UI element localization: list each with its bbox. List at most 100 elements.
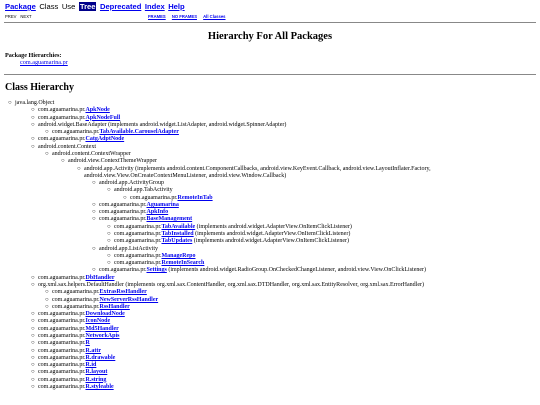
bullet-icon: ○ — [92, 180, 96, 187]
class-link[interactable]: ApkInfo — [146, 209, 168, 215]
all-classes-link[interactable]: All Classes — [203, 14, 225, 19]
bullet-icon: ○ — [31, 332, 35, 339]
class-link[interactable]: R.attr — [85, 348, 101, 354]
bullet-icon: ○ — [31, 383, 35, 390]
bullet-icon: ○ — [45, 303, 49, 310]
tree-item: ○ com.aguamarina.pr.R.string — [31, 377, 106, 384]
tree-item-text: com.aguamarina.pr. — [38, 114, 86, 121]
tree-item: ○ com.aguamarina.pr.R — [31, 340, 90, 347]
tree-item-text: com.aguamarina.pr. — [52, 129, 100, 136]
tree-item: android.view.View.OnCreateContextMenuLis… — [84, 173, 286, 180]
frames-link[interactable]: FRAMES — [148, 14, 166, 19]
tree-item-text: com.aguamarina.pr. — [38, 136, 86, 143]
class-link[interactable]: Settings — [146, 267, 166, 273]
package-link[interactable]: com.aguamarina.pr — [20, 59, 68, 66]
class-link[interactable]: R — [85, 340, 89, 346]
tree-item: ○ com.aguamarina.pr.DbHandler — [31, 275, 115, 282]
class-link[interactable]: TabUpdates — [161, 238, 192, 244]
tree-item-text: com.aguamarina.pr. — [38, 354, 86, 361]
tree-item: ○ com.aguamarina.pr.R.layout — [31, 369, 107, 376]
tree-item-text: com.aguamarina.pr. — [114, 252, 162, 259]
tree-item-text: com.aguamarina.pr. — [52, 296, 100, 303]
class-link[interactable]: R.layout — [85, 369, 107, 375]
tree-item: ○ com.aguamarina.pr.DownloadNode — [31, 311, 125, 318]
page-title: Hierarchy For All Packages — [207, 31, 333, 42]
tree-item-text: com.aguamarina.pr. — [38, 311, 86, 318]
bullet-icon: ○ — [77, 165, 81, 172]
no-frames-link[interactable]: NO FRAMES — [172, 14, 197, 19]
class-link[interactable]: DbHandler — [85, 275, 114, 281]
bullet-icon: ○ — [92, 216, 96, 223]
nav-index-link[interactable]: Index — [145, 2, 165, 11]
tree-item-text: android.view.ContextThemeWrapper — [68, 158, 158, 165]
class-link[interactable]: Md5Handler — [85, 326, 118, 332]
tree-item: ○ com.aguamarina.pr.NetworkApis — [31, 333, 119, 340]
class-link[interactable]: RssHandler — [99, 304, 129, 310]
class-link[interactable]: ManageRepo — [161, 253, 195, 259]
tree-item: ○ com.aguamarina.pr.ApkInfo — [92, 209, 168, 216]
tree-item: ○ android.content.Context — [31, 144, 96, 151]
tree-item-text: com.aguamarina.pr. — [99, 209, 147, 216]
bullet-icon: ○ — [31, 362, 35, 369]
class-link[interactable]: TabAvailable.CarouselAdapter — [99, 129, 178, 135]
class-link[interactable]: CatgAdptNode — [85, 136, 124, 142]
class-link[interactable]: TabAvailable — [161, 224, 195, 230]
class-link[interactable]: DownloadNode — [85, 311, 124, 317]
class-link[interactable]: ApkNode — [85, 107, 109, 113]
tree-item: ○ com.aguamarina.pr.TabAvailable (impleme… — [107, 224, 352, 231]
class-link[interactable]: R.drawable — [85, 355, 115, 361]
tree-item: ○ android.app.ListActivity — [92, 246, 158, 253]
tree-item: ○ com.aguamarina.pr.RssHandler — [45, 304, 130, 311]
class-link[interactable]: NetworkApis — [85, 333, 119, 339]
bullet-icon: ○ — [31, 136, 35, 143]
bullet-icon: ○ — [31, 325, 35, 332]
nav-help-link[interactable]: Help — [168, 2, 184, 11]
tree-item-text: android.app.ActivityGroup — [99, 180, 164, 187]
tree-item: ○ com.aguamarina.pr.Md5Handler — [31, 326, 119, 333]
tree-item-text: com.aguamarina.pr. — [38, 376, 86, 383]
nav-class-label: Class — [39, 2, 59, 11]
nav-package-link[interactable]: Package — [5, 2, 36, 11]
class-hierarchy-heading: Class Hierarchy — [5, 82, 74, 93]
class-link[interactable]: R.string — [85, 377, 106, 383]
bullet-icon: ○ — [45, 150, 49, 157]
nav-deprecated-link[interactable]: Deprecated — [100, 2, 141, 11]
tree-item-text: java.lang.Object — [15, 100, 55, 106]
tree-item-text: android.widget.BaseAdapter (implements a… — [38, 121, 287, 128]
tree-item: ○ com.aguamarina.pr.TabAvailable.Carousel… — [45, 129, 179, 136]
bullet-icon: ○ — [45, 129, 49, 136]
tree-item: ○ com.aguamarina.pr.Aguamarina — [92, 202, 179, 209]
tree-item-text: android.content.Context — [38, 143, 96, 150]
tree-item-implements: (implements android.widget.AdapterView.O… — [195, 223, 352, 230]
tree-item: ○ com.aguamarina.pr.IconNode — [31, 318, 110, 325]
class-link[interactable]: IconNode — [85, 318, 110, 324]
bullet-icon: ○ — [31, 354, 35, 361]
tree-item-implements: (implements android.widget.AdapterView.O… — [193, 231, 351, 238]
class-link[interactable]: TabInstalled — [161, 231, 193, 237]
tree-item-text: com.aguamarina.pr. — [114, 231, 162, 238]
tree-item-text: com.aguamarina.pr. — [38, 347, 86, 354]
class-link[interactable]: RemoteInTab — [177, 195, 212, 201]
prev-label: PREV — [5, 14, 17, 19]
bullet-icon: ○ — [31, 121, 35, 128]
tree-item-text: com.aguamarina.pr. — [52, 303, 100, 310]
tree-item: ○ android.content.ContextWrapper — [45, 151, 131, 158]
bullet-icon: ○ — [107, 223, 111, 230]
class-link[interactable]: RemoteInSearch — [161, 260, 204, 266]
tree-item: ○ android.app.Activity (implements androi… — [77, 166, 431, 173]
bullet-icon: ○ — [107, 231, 111, 238]
class-link[interactable]: ExtrasRssHandler — [99, 289, 146, 295]
tree-item: ○ android.app.ActivityGroup — [92, 180, 164, 187]
class-link[interactable]: Aguamarina — [146, 202, 178, 208]
nav-tree-current: Tree — [78, 2, 97, 11]
tree-item: ○ com.aguamarina.pr.ApkNodeFull — [31, 115, 120, 122]
class-link[interactable]: R.styleable — [85, 384, 113, 390]
bullet-icon: ○ — [92, 201, 96, 208]
tree-item: ○ com.aguamarina.pr.R.id — [31, 362, 96, 369]
class-link[interactable]: ApkNodeFull — [85, 115, 120, 121]
class-link[interactable]: NewServerRssHandler — [99, 297, 158, 303]
class-link[interactable]: BaseManagement — [146, 216, 192, 222]
bullet-icon: ○ — [31, 143, 35, 150]
tree-item-text: com.aguamarina.pr. — [130, 194, 178, 201]
class-link[interactable]: R.id — [85, 362, 96, 368]
